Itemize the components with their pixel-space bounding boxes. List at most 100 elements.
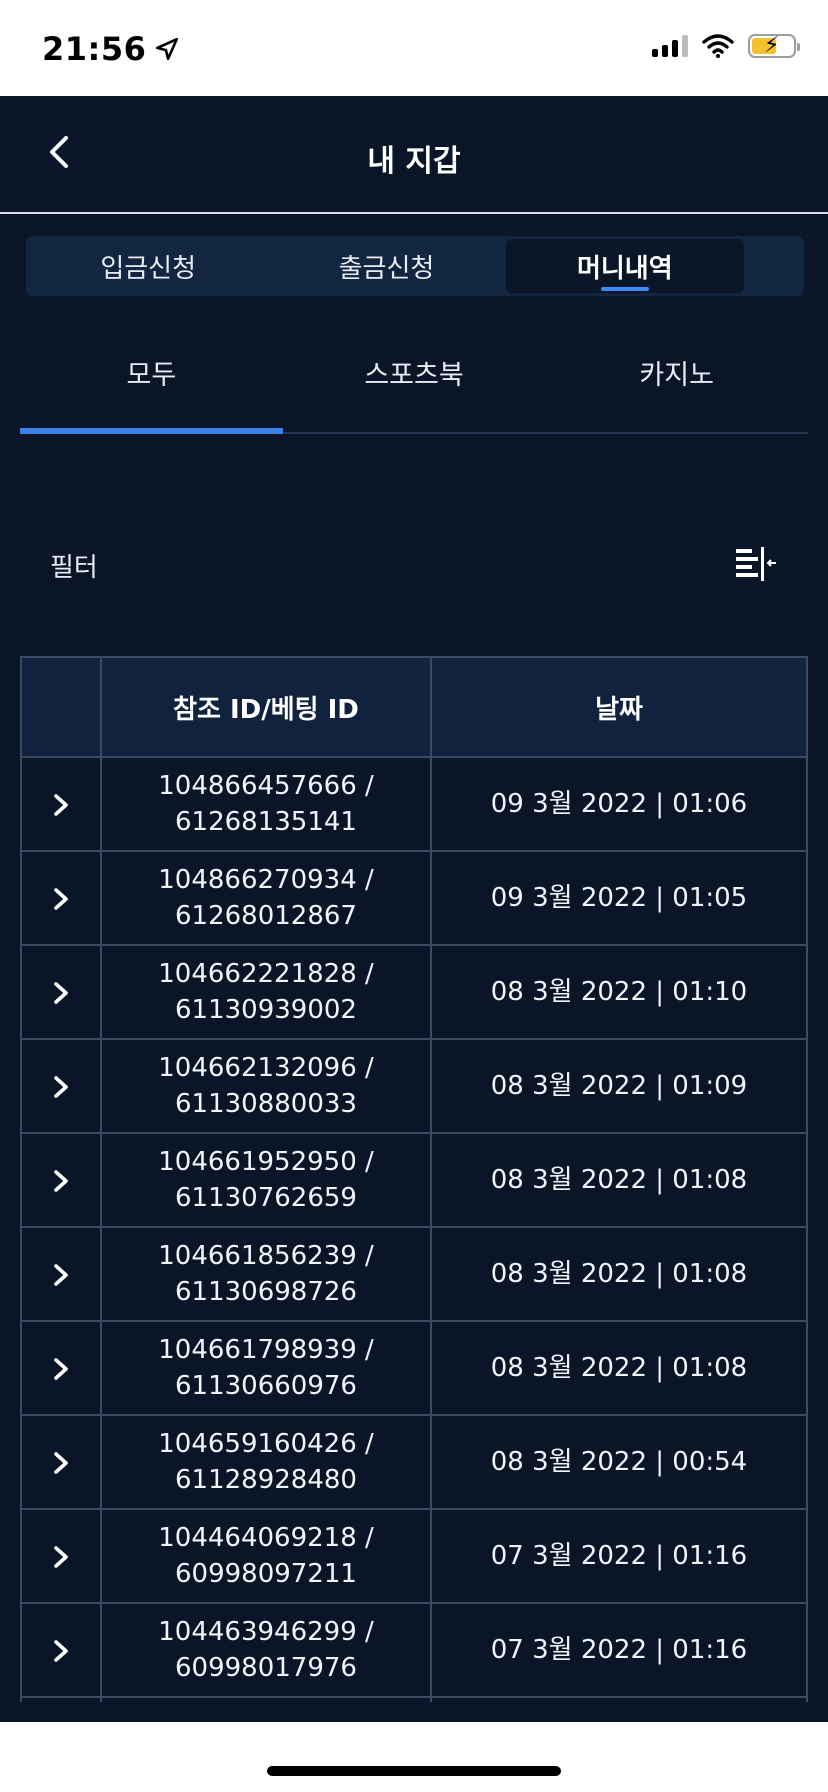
segment-deposit-request[interactable]: 입금신청 — [29, 239, 267, 293]
bet-id: 60998097211 — [175, 1559, 357, 1589]
home-indicator[interactable] — [267, 1766, 561, 1776]
row-expand-cell[interactable] — [20, 1414, 102, 1510]
row-expand-cell[interactable] — [20, 1320, 102, 1416]
date-cell: 09 3월 2022 | 01:06 — [430, 756, 808, 852]
ref-id-cell: 104661952950 / 61130762659 — [100, 1132, 432, 1228]
reference-id: 104463946299 / — [158, 1617, 374, 1647]
chevron-right-icon[interactable] — [49, 1448, 73, 1478]
bet-id: 61130880033 — [175, 1089, 357, 1119]
segment-withdraw-request[interactable]: 출금신청 — [267, 239, 505, 293]
bet-id: 61130939002 — [175, 995, 357, 1025]
reference-id: 104866270934 / — [158, 865, 374, 895]
category-tabs: 모두 스포츠북 카지노 — [20, 330, 808, 434]
page-title: 내 지갑 — [367, 144, 461, 179]
table-row[interactable]: 104866457666 / 61268135141 09 3월 2022 | 01… — [20, 756, 808, 852]
table-row[interactable]: 104661952950 / 61130762659 08 3월 2022 | 01… — [20, 1132, 808, 1228]
chevron-right-icon[interactable] — [49, 884, 73, 914]
reference-id: 104866457666 / — [158, 771, 374, 801]
table-row[interactable]: 104662221828 / 61130939002 08 3월 2022 | 01… — [20, 944, 808, 1040]
reference-id: 104659160426 / — [158, 1429, 374, 1459]
chevron-right-icon[interactable] — [49, 1260, 73, 1290]
wifi-icon — [702, 34, 734, 58]
row-expand-cell[interactable] — [20, 756, 102, 852]
reference-id: 104661856239 / — [158, 1241, 374, 1271]
bet-id: 61130660976 — [175, 1371, 357, 1401]
status-time: 21:56 — [42, 30, 180, 68]
chevron-right-icon[interactable] — [49, 978, 73, 1008]
table-row[interactable]: 104866270934 / 61268012867 09 3월 2022 | 01… — [20, 850, 808, 946]
cellular-signal-icon — [652, 35, 688, 57]
table-row[interactable]: 104661856239 / 61130698726 08 3월 2022 | 01… — [20, 1226, 808, 1322]
table-row[interactable]: 104662132096 / 61130880033 08 3월 2022 | 01… — [20, 1038, 808, 1134]
ref-id-column-header: 참조 ID/베팅 ID — [100, 656, 432, 758]
chevron-right-icon[interactable] — [49, 790, 73, 820]
ref-id-cell: 104866457666 / 61268135141 — [100, 756, 432, 852]
status-bar: 21:56 ⚡ — [0, 0, 828, 96]
ref-id-cell: 104661856239 / 61130698726 — [100, 1226, 432, 1322]
ref-id-cell: 104661798939 / 61130660976 — [100, 1320, 432, 1416]
bet-id: 61130698726 — [175, 1277, 357, 1307]
bet-id: 61130762659 — [175, 1183, 357, 1213]
table-row[interactable]: 104661798939 / 61130660976 08 3월 2022 | 01… — [20, 1320, 808, 1416]
date-cell: 09 3월 2022 | 01:05 — [430, 850, 808, 946]
date-cell: 07 3월 2022 | 01:16 — [430, 1602, 808, 1698]
row-expand-cell[interactable] — [20, 1038, 102, 1134]
app-header: 내 지갑 — [0, 96, 828, 214]
row-expand-cell[interactable] — [20, 1226, 102, 1322]
row-expand-cell[interactable] — [20, 1696, 102, 1702]
bet-id: 61268135141 — [175, 807, 357, 837]
reference-id: 104662221828 / — [158, 959, 374, 989]
table-row[interactable]: 104464069218 / 60998097211 07 3월 2022 | 01… — [20, 1508, 808, 1604]
wallet-segment-control: 입금신청 출금신청 머니내역 — [26, 236, 804, 296]
date-cell — [430, 1696, 808, 1702]
tab-all[interactable]: 모두 — [20, 330, 283, 434]
ref-id-cell: 104866270934 / 61268012867 — [100, 850, 432, 946]
reference-id: 104661952950 / — [158, 1147, 374, 1177]
tab-casino[interactable]: 카지노 — [545, 330, 808, 432]
reference-id: 104661798939 / — [158, 1335, 374, 1365]
segment-money-history[interactable]: 머니내역 — [505, 239, 744, 293]
ref-id-cell: 104659160426 / 61128928480 — [100, 1414, 432, 1510]
ref-id-cell: 104463946299 / 60998017976 — [100, 1602, 432, 1698]
date-cell: 08 3월 2022 | 01:08 — [430, 1132, 808, 1228]
bet-id: 61128928480 — [175, 1465, 357, 1495]
table-row[interactable] — [20, 1696, 808, 1702]
table-row[interactable]: 104463946299 / 60998017976 07 3월 2022 | 01… — [20, 1602, 808, 1698]
row-expand-cell[interactable] — [20, 850, 102, 946]
bet-id: 60998017976 — [175, 1653, 357, 1683]
date-column-header: 날짜 — [430, 656, 808, 758]
row-expand-cell[interactable] — [20, 1132, 102, 1228]
chevron-right-icon[interactable] — [49, 1354, 73, 1384]
chevron-right-icon[interactable] — [49, 1636, 73, 1666]
reference-id: 104464069218 / — [158, 1523, 374, 1553]
table-header-row: 참조 ID/베팅 ID 날짜 — [20, 656, 808, 758]
ref-id-cell: 104464069218 / 60998097211 — [100, 1508, 432, 1604]
expand-column-header — [20, 656, 102, 758]
tab-sportsbook[interactable]: 스포츠북 — [283, 330, 546, 432]
date-cell: 08 3월 2022 | 01:10 — [430, 944, 808, 1040]
date-cell: 08 3월 2022 | 01:08 — [430, 1320, 808, 1416]
clock-text: 21:56 — [42, 30, 147, 68]
chevron-right-icon[interactable] — [49, 1542, 73, 1572]
location-arrow-icon — [156, 37, 179, 61]
ref-id-cell: 104662132096 / 61130880033 — [100, 1038, 432, 1134]
filter-label: 필터 — [50, 552, 98, 583]
date-cell: 08 3월 2022 | 01:09 — [430, 1038, 808, 1134]
status-icons: ⚡ — [652, 33, 800, 58]
chevron-right-icon[interactable] — [49, 1166, 73, 1196]
date-cell: 08 3월 2022 | 00:54 — [430, 1414, 808, 1510]
row-expand-cell[interactable] — [20, 1602, 102, 1698]
home-indicator-area — [0, 1722, 828, 1792]
row-expand-cell[interactable] — [20, 1508, 102, 1604]
bet-id: 61268012867 — [175, 901, 357, 931]
table-row[interactable]: 104659160426 / 61128928480 08 3월 2022 | 00… — [20, 1414, 808, 1510]
chevron-right-icon[interactable] — [49, 1072, 73, 1102]
reference-id: 104662132096 / — [158, 1053, 374, 1083]
battery-icon: ⚡ — [748, 33, 800, 58]
ref-id-cell — [100, 1696, 432, 1702]
ref-id-cell: 104662221828 / 61130939002 — [100, 944, 432, 1040]
row-expand-cell[interactable] — [20, 944, 102, 1040]
transaction-table: 참조 ID/베팅 ID 날짜 104866457666 / 61268135141… — [20, 656, 808, 1702]
filter-toggle-icon[interactable] — [734, 545, 778, 585]
filter-row: 필터 — [20, 530, 808, 600]
